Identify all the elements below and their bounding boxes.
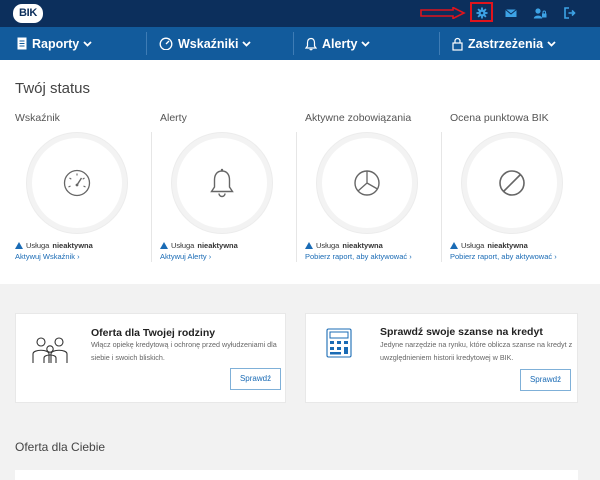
- status-prefix: Usługa: [316, 241, 340, 250]
- chevron-down-icon: [361, 40, 371, 47]
- nav-label: Zastrzeżenia: [468, 36, 544, 51]
- service-status: Usługa nieaktywna: [15, 241, 93, 250]
- top-bar: BIK: [0, 0, 600, 27]
- user-lock-icon[interactable]: [533, 6, 547, 20]
- nav-item-alerty[interactable]: Alerty: [305, 27, 371, 60]
- nav-label: Alerty: [322, 36, 358, 51]
- offer-section-title: Oferta dla Ciebie: [15, 440, 106, 454]
- status-state: nieaktywna: [52, 241, 93, 250]
- mail-icon[interactable]: [504, 6, 518, 20]
- logout-icon[interactable]: [563, 6, 577, 20]
- status-panel: Twój status Wskaźnik Usługa nieaktywna A…: [0, 60, 600, 284]
- prohibited-icon: [499, 170, 525, 196]
- card-title: Sprawdź swoje szanse na kredyt: [380, 326, 543, 338]
- column-divider: [296, 132, 297, 262]
- check-family-offer-button[interactable]: Sprawdź: [230, 368, 281, 390]
- download-report-link[interactable]: Pobierz raport, aby aktywować ›: [305, 252, 412, 261]
- warning-icon: [15, 242, 23, 249]
- calculator-icon: [326, 328, 352, 358]
- status-prefix: Usługa: [461, 241, 485, 250]
- status-col-zobowiazania: Aktywne zobowiązania Usługa nieaktywna P…: [305, 112, 450, 270]
- service-status: Usługa nieaktywna: [160, 241, 238, 250]
- warning-icon: [305, 242, 313, 249]
- warning-icon: [160, 242, 168, 249]
- card-description: Jedyne narzędzie na rynku, które oblicza…: [380, 340, 573, 362]
- warning-icon: [450, 242, 458, 249]
- nav-label: Wskaźniki: [178, 36, 239, 51]
- bell-icon: [210, 168, 234, 198]
- column-divider: [441, 132, 442, 262]
- status-state: nieaktywna: [197, 241, 238, 250]
- chevron-down-icon: [242, 40, 252, 47]
- service-status: Usługa nieaktywna: [450, 241, 528, 250]
- status-col-ocena: Ocena punktowa BIK Usługa nieaktywna Pob…: [450, 112, 595, 270]
- col-label: Alerty: [160, 112, 187, 124]
- family-icon: [32, 337, 68, 363]
- column-divider: [151, 132, 152, 262]
- status-prefix: Usługa: [26, 241, 50, 250]
- card-description: Włącz opiekę kredytową i ochronę przed w…: [91, 340, 277, 362]
- nav-item-wskazniki[interactable]: Wskaźniki: [159, 27, 252, 60]
- service-status: Usługa nieaktywna: [305, 241, 383, 250]
- nav-divider: [293, 32, 294, 55]
- annotation-arrow-icon: [420, 7, 466, 19]
- col-label: Wskaźnik: [15, 112, 60, 124]
- nav-item-raporty[interactable]: Raporty: [17, 27, 92, 60]
- status-state: nieaktywna: [342, 241, 383, 250]
- nav-item-zastrzezenia[interactable]: Zastrzeżenia: [452, 27, 556, 60]
- status-col-wskaznik: Wskaźnik Usługa nieaktywna Aktywuj Wskaź…: [15, 112, 160, 270]
- chevron-down-icon: [83, 40, 92, 47]
- activate-link[interactable]: Aktywuj Wskaźnik ›: [15, 252, 80, 261]
- family-offer-card: Oferta dla Twojej rodziny Włącz opiekę k…: [15, 313, 286, 403]
- check-credit-chance-button[interactable]: Sprawdź: [520, 369, 571, 391]
- status-col-alerty: Alerty Usługa nieaktywna Aktywuj Alerty …: [160, 112, 305, 270]
- lock-icon: [452, 37, 463, 51]
- status-state: nieaktywna: [487, 241, 528, 250]
- status-circle: [177, 138, 267, 228]
- chevron-down-icon: [547, 40, 556, 47]
- status-circle: [32, 138, 122, 228]
- gauge-icon: [63, 169, 91, 197]
- nav-divider: [146, 32, 147, 55]
- download-report-link[interactable]: Pobierz raport, aby aktywować ›: [450, 252, 557, 261]
- bell-icon: [305, 37, 317, 50]
- nav-divider: [439, 32, 440, 55]
- offer-section-panel: [15, 470, 578, 480]
- col-label: Ocena punktowa BIK: [450, 112, 549, 124]
- gauge-icon: [159, 37, 173, 50]
- activate-link[interactable]: Aktywuj Alerty ›: [160, 252, 211, 261]
- settings-icon[interactable]: [475, 6, 489, 20]
- status-title: Twój status: [15, 80, 91, 97]
- bik-logo[interactable]: BIK: [13, 4, 43, 23]
- status-circle: [322, 138, 412, 228]
- pie-chart-icon: [354, 170, 380, 196]
- document-icon: [17, 37, 27, 50]
- nav-label: Raporty: [32, 36, 80, 51]
- status-prefix: Usługa: [171, 241, 195, 250]
- col-label: Aktywne zobowiązania: [305, 112, 412, 124]
- status-circle: [467, 138, 557, 228]
- main-nav: Raporty Wskaźniki Alerty Zastrzeżenia: [0, 27, 600, 60]
- credit-chance-card: Sprawdź swoje szanse na kredyt Jedyne na…: [305, 313, 578, 403]
